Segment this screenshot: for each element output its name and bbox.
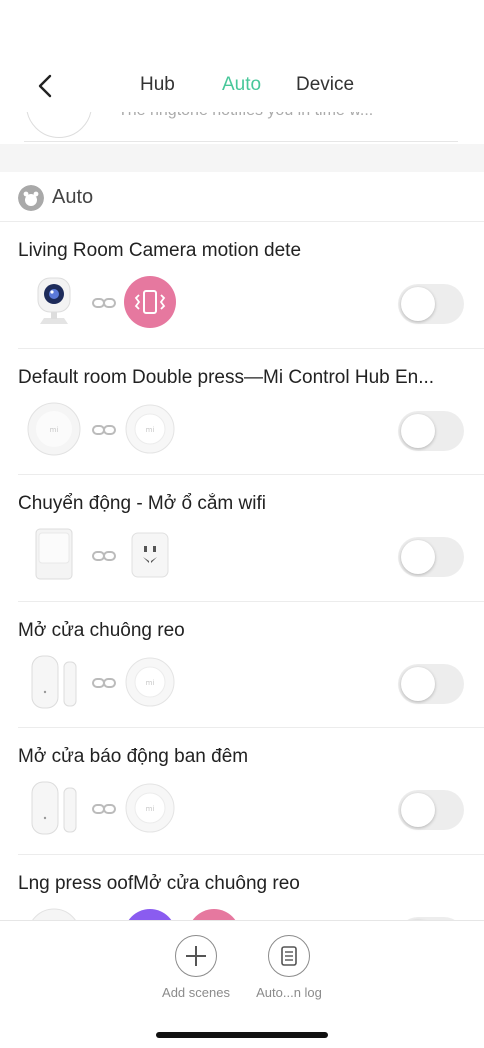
add-circle bbox=[175, 935, 217, 977]
automation-devices: mi bbox=[26, 654, 186, 712]
toggle-knob bbox=[401, 793, 435, 827]
toggle-knob bbox=[401, 540, 435, 574]
automation-toggle[interactable] bbox=[398, 410, 464, 451]
section-title: Auto bbox=[52, 186, 94, 208]
auto-section-icon bbox=[18, 185, 44, 211]
automation-list[interactable]: Living Room Camera motion dete Default r… bbox=[0, 222, 484, 920]
automation-devices: mi mi bbox=[26, 401, 186, 459]
vibrate-icon bbox=[124, 276, 176, 328]
auto-section-header: Auto bbox=[0, 172, 484, 222]
automation-devices bbox=[26, 527, 186, 585]
automation-toggle[interactable] bbox=[398, 663, 464, 704]
automation-log-label: Auto...n log bbox=[256, 985, 322, 1000]
add-scenes-label: Add scenes bbox=[162, 985, 230, 1000]
link-icon bbox=[92, 677, 116, 688]
toggle-knob bbox=[401, 287, 435, 321]
divider bbox=[24, 141, 458, 142]
plus-icon bbox=[185, 945, 206, 966]
tab-device[interactable]: Device bbox=[296, 74, 354, 96]
automation-row[interactable]: Chuyển động - Mở ổ cắm wifi bbox=[18, 475, 484, 602]
tab-hub[interactable]: Hub bbox=[140, 74, 175, 96]
door-sensor-icon bbox=[31, 655, 77, 708]
wireless-switch-icon bbox=[31, 908, 77, 920]
top-nav: Hub Auto Device bbox=[0, 0, 484, 112]
toggle-knob bbox=[401, 666, 435, 701]
section-spacer bbox=[0, 144, 484, 172]
link-icon bbox=[92, 298, 116, 308]
automation-title: Chuyển động - Mở ổ cắm wifi bbox=[18, 493, 266, 514]
camera-icon bbox=[37, 277, 71, 324]
automation-toggle[interactable] bbox=[398, 284, 464, 324]
automation-row[interactable]: Living Room Camera motion dete bbox=[18, 222, 484, 349]
automation-title: Mở cửa báo động ban đêm bbox=[18, 746, 249, 767]
svg-text:mi: mi bbox=[146, 426, 155, 434]
svg-text:mi: mi bbox=[50, 426, 59, 434]
ringtone-description: The ringtone notifies you in time w... bbox=[118, 112, 373, 120]
purple-icon bbox=[128, 908, 172, 920]
ringtone-avatar bbox=[26, 112, 92, 138]
automation-log-button[interactable]: Auto...n log bbox=[244, 935, 334, 1000]
automation-row[interactable]: Lng press oofMở cửa chuông reo bbox=[18, 855, 484, 920]
ringtone-card-peek[interactable]: The ringtone notifies you in time w... bbox=[0, 112, 484, 144]
tab-bar: Hub Auto Device bbox=[0, 74, 484, 98]
pink-icon bbox=[192, 908, 236, 920]
svg-text:mi: mi bbox=[146, 805, 155, 813]
toggle-knob bbox=[401, 413, 435, 448]
motion-sensor-icon bbox=[35, 528, 73, 580]
bottom-action-bar: Add scenes Auto...n log bbox=[0, 920, 484, 1048]
mi-hub-icon: mi bbox=[125, 783, 175, 833]
automation-devices: mi bbox=[26, 780, 186, 838]
link-icon bbox=[92, 804, 116, 814]
automation-row[interactable]: Mở cửa báo động ban đêm mi bbox=[18, 728, 484, 855]
wireless-switch-icon: mi bbox=[27, 402, 81, 455]
tab-auto[interactable]: Auto bbox=[222, 74, 261, 96]
automation-devices bbox=[26, 907, 236, 920]
link-icon bbox=[92, 424, 116, 435]
link-icon bbox=[92, 551, 116, 561]
automation-row[interactable]: Mở cửa chuông reo mi bbox=[18, 602, 484, 728]
mi-hub-icon: mi bbox=[125, 657, 175, 706]
automation-title: Mở cửa chuông reo bbox=[18, 619, 185, 641]
automation-row[interactable]: Default room Double press—Mi Control Hub… bbox=[18, 349, 484, 475]
mi-hub-icon: mi bbox=[125, 404, 175, 453]
wifi-plug-icon bbox=[131, 532, 169, 578]
automation-title: Default room Double press—Mi Control Hub… bbox=[18, 366, 435, 388]
svg-text:mi: mi bbox=[146, 679, 155, 687]
home-indicator bbox=[156, 1032, 328, 1038]
automation-devices bbox=[26, 274, 186, 332]
log-document-icon bbox=[280, 945, 297, 966]
door-sensor-icon bbox=[31, 781, 77, 835]
automation-toggle[interactable] bbox=[398, 537, 464, 577]
automation-title: Lng press oofMở cửa chuông reo bbox=[18, 872, 300, 894]
automation-toggle[interactable] bbox=[398, 790, 464, 830]
log-circle bbox=[268, 935, 310, 977]
add-scenes-button[interactable]: Add scenes bbox=[151, 935, 241, 1000]
automation-title: Living Room Camera motion dete bbox=[18, 240, 302, 261]
